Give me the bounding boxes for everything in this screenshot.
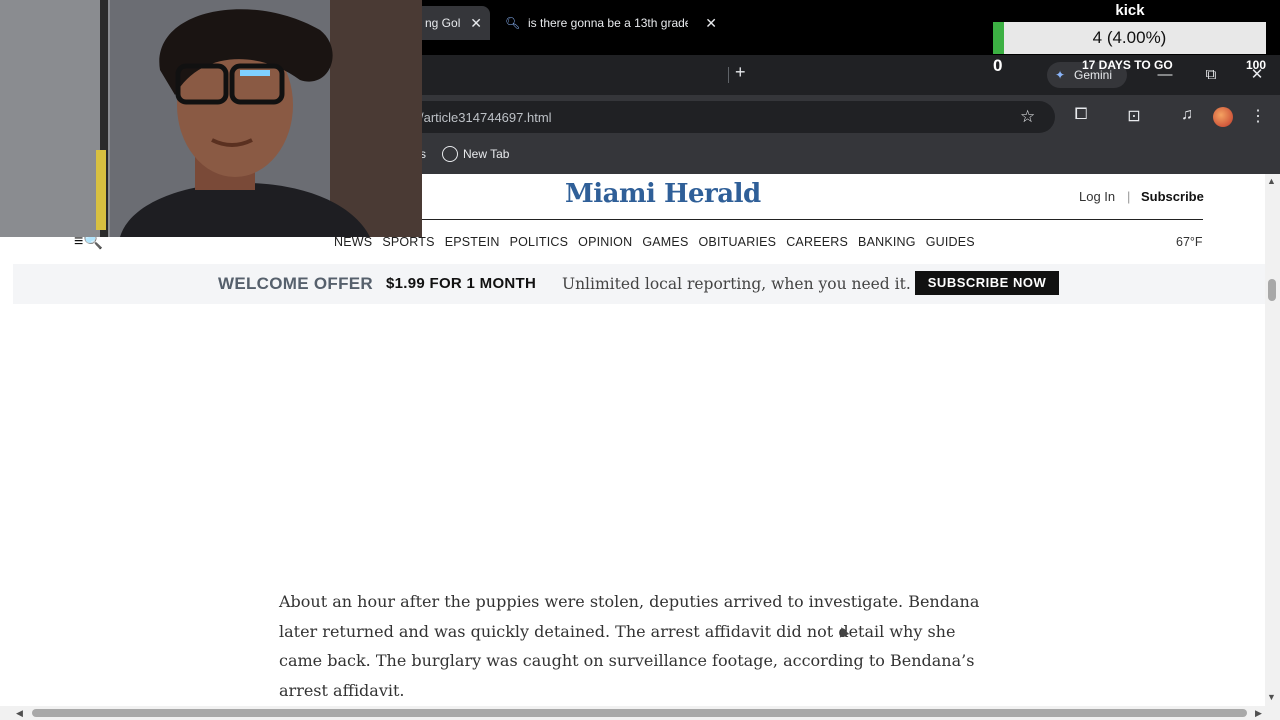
weather-temperature[interactable]: 67°F [1176, 235, 1203, 249]
extensions-icon[interactable]: ⧠ [1069, 106, 1093, 124]
horizontal-scroll-thumb[interactable] [32, 709, 1247, 717]
section-nav: NEWS SPORTS EPSTEIN POLITICS OPINION GAM… [334, 235, 975, 249]
bookmark-star-icon[interactable]: ☆ [1020, 107, 1035, 127]
nav-opinion[interactable]: OPINION [578, 235, 632, 249]
goal-end-value: 100 [1246, 58, 1267, 72]
tab-title: ng Gol [425, 16, 461, 30]
nav-news[interactable]: NEWS [334, 235, 372, 249]
bookmark-new-tab[interactable]: New Tab [463, 147, 509, 161]
tab-search[interactable]: 🔍︎ is there gonna be a 13th grade ✕ [495, 6, 725, 40]
platform-label: kick [1115, 2, 1145, 19]
vertical-scrollbar[interactable] [1265, 174, 1280, 706]
nav-sports[interactable]: SPORTS [382, 235, 434, 249]
article-paragraph: About an hour after the puppies were sto… [279, 592, 980, 701]
tab-search-icon[interactable]: ⊡ [1122, 106, 1146, 126]
nav-banking[interactable]: BANKING [858, 235, 916, 249]
kebab-menu-icon[interactable]: ⋮ [1246, 106, 1270, 126]
nav-careers[interactable]: CAREERS [786, 235, 848, 249]
vertical-scroll-thumb[interactable] [1268, 279, 1276, 301]
nav-politics[interactable]: POLITICS [510, 235, 569, 249]
media-queue-icon[interactable]: ♫ [1175, 106, 1199, 124]
tab-divider [728, 67, 729, 83]
goal-progress-text: 4 (4.00%) [1092, 28, 1167, 47]
header-divider [420, 219, 1203, 220]
scroll-right-arrow-icon[interactable]: ▶ [1255, 706, 1262, 720]
tab-close-icon[interactable]: ✕ [705, 6, 717, 40]
webcam-feed [0, 0, 422, 237]
goal-start-value: 0 [993, 56, 1003, 75]
subscribe-now-button[interactable]: SUBSCRIBE NOW [915, 271, 1059, 295]
scroll-down-arrow-icon[interactable]: ▼ [1267, 692, 1276, 702]
nav-obituaries[interactable]: OBITUARIES [698, 235, 776, 249]
url-text[interactable]: /article314744697.html [420, 110, 552, 125]
subscribe-link[interactable]: Subscribe [1141, 189, 1204, 204]
scroll-up-arrow-icon[interactable]: ▲ [1267, 176, 1276, 186]
tab-title: is there gonna be a 13th grade [528, 16, 688, 30]
offer-description: Unlimited local reporting, when you need… [562, 275, 911, 293]
nav-games[interactable]: GAMES [642, 235, 688, 249]
nav-epstein[interactable]: EPSTEIN [445, 235, 500, 249]
restore-button[interactable]: ⧉ [1196, 62, 1226, 88]
scroll-left-arrow-icon[interactable]: ◀ [16, 706, 23, 720]
profile-avatar[interactable] [1213, 107, 1233, 127]
login-link[interactable]: Log In [1079, 189, 1115, 204]
tab-close-icon[interactable]: ✕ [470, 6, 482, 40]
offer-price: $1.99 FOR 1 MONTH [386, 275, 537, 292]
gemini-sparkle-icon: ✦ [1055, 68, 1066, 82]
offer-title: WELCOME OFFER [218, 274, 373, 293]
nav-guides[interactable]: GUIDES [926, 235, 975, 249]
goal-days-remaining: 17 DAYS TO GO [1082, 58, 1173, 72]
search-icon: 🔍︎ [505, 16, 521, 30]
site-logo[interactable]: Miami Herald [565, 179, 761, 209]
tab-active[interactable]: ng Gol ✕ [415, 6, 490, 40]
new-tab-button[interactable]: + [735, 62, 746, 83]
globe-icon [442, 146, 458, 162]
header-separator: | [1127, 189, 1131, 204]
